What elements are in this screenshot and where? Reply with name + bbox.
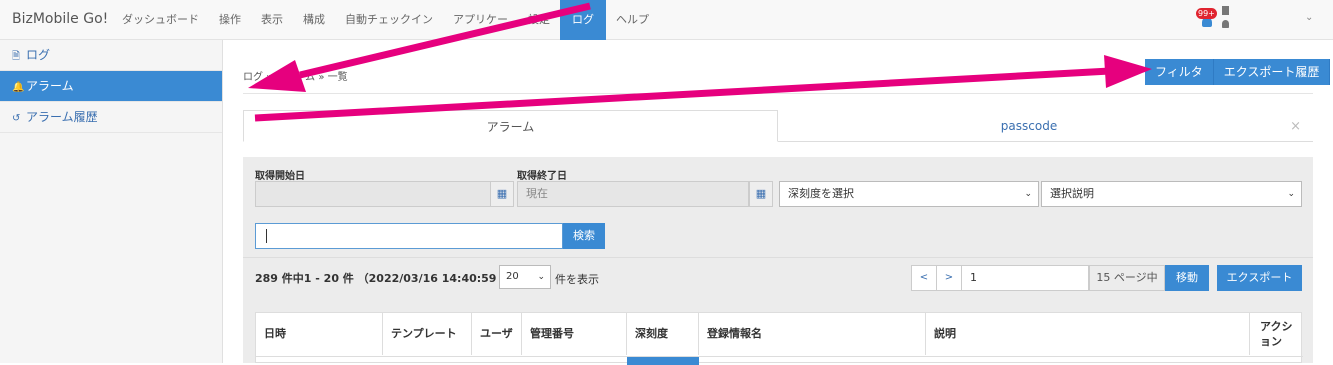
- nav-help[interactable]: ヘルプ: [606, 0, 659, 40]
- bell-icon: 🔔: [12, 82, 25, 93]
- col-header-management-no[interactable]: 管理番号: [522, 313, 627, 355]
- sidebar-item-label: アラーム: [26, 79, 74, 93]
- search-input[interactable]: [255, 223, 563, 249]
- description-select[interactable]: 選択説明 ⌄: [1041, 181, 1302, 207]
- search-button[interactable]: 検索: [563, 223, 605, 249]
- main-nav: ダッシュボード 操作 表示 構成 自動チェックイン アプリケー 設定 ログ ヘル…: [112, 0, 659, 40]
- calendar-icon[interactable]: ▦: [490, 181, 514, 207]
- history-icon: ↺: [12, 113, 21, 124]
- chevron-down-icon: ⌄: [1024, 189, 1032, 199]
- alarm-table: 日時 テンプレート ユーザ 管理番号 深刻度 登録情報名 説明 アクション: [255, 312, 1303, 365]
- col-header-action[interactable]: アクション: [1250, 313, 1303, 355]
- brand-logo[interactable]: BizMobile Go!: [12, 11, 108, 27]
- document-icon: 🗎: [12, 51, 21, 62]
- tab-alarm[interactable]: アラーム: [243, 110, 778, 142]
- nav-auto-checkin[interactable]: 自動チェックイン: [335, 0, 443, 40]
- result-count: 289 件中1 - 20 件 （2022/03/16 14:40:59 以前）: [255, 272, 534, 285]
- col-header-datetime[interactable]: 日時: [256, 313, 383, 355]
- divider: [243, 257, 1313, 258]
- per-page-select[interactable]: 20 ⌄: [499, 265, 551, 289]
- nav-config[interactable]: 構成: [293, 0, 335, 40]
- col-header-description[interactable]: 説明: [926, 313, 1250, 355]
- chevron-down-icon: ⌄: [1287, 189, 1295, 199]
- table-row: [256, 356, 1303, 357]
- col-header-user[interactable]: ユーザ: [472, 313, 522, 355]
- nav-operation[interactable]: 操作: [209, 0, 251, 40]
- export-button[interactable]: エクスポート: [1217, 265, 1302, 291]
- top-button-group: フィルタ エクスポート履歴: [1145, 59, 1331, 85]
- next-page-button[interactable]: >: [936, 265, 962, 291]
- filter-button[interactable]: フィルタ: [1145, 59, 1214, 85]
- top-navbar: BizMobile Go! ダッシュボード 操作 表示 構成 自動チェックイン …: [0, 0, 1333, 40]
- nav-settings[interactable]: 設定: [518, 0, 560, 40]
- sidebar-item-label: アラーム履歴: [26, 110, 98, 124]
- end-date-label: 取得終了日: [517, 171, 567, 182]
- col-header-template[interactable]: テンプレート: [383, 313, 472, 355]
- sidebar-item-label: ログ: [26, 48, 51, 62]
- chevron-down-icon[interactable]: ⌄: [1305, 12, 1313, 23]
- tab-bar: アラーム passcode ×: [243, 110, 1313, 142]
- nav-log[interactable]: ログ: [560, 0, 606, 40]
- breadcrumb: ログ » アラーム » 一覧: [243, 72, 348, 83]
- per-page-label: 件を表示: [555, 273, 599, 286]
- chevron-down-icon: ⌄: [537, 272, 545, 282]
- calendar-icon[interactable]: ▦: [749, 181, 773, 207]
- col-header-registration-name[interactable]: 登録情報名: [699, 313, 926, 355]
- user-icon[interactable]: [1221, 6, 1231, 32]
- notification-badge: 99+: [1196, 8, 1217, 19]
- sidebar-item-alarm[interactable]: 🔔 アラーム: [0, 71, 222, 102]
- sidebar-item-log[interactable]: 🗎 ログ: [0, 40, 222, 71]
- close-icon[interactable]: ×: [1290, 119, 1301, 134]
- nav-apps[interactable]: アプリケー: [443, 0, 518, 40]
- per-page-value: 20: [506, 271, 519, 282]
- prev-page-button[interactable]: <: [911, 265, 937, 291]
- col-header-severity[interactable]: 深刻度: [627, 313, 699, 355]
- sidebar-item-alarm-history[interactable]: ↺ アラーム履歴: [0, 102, 222, 133]
- start-date-input[interactable]: [255, 181, 491, 207]
- sidebar: 🗎 ログ 🔔 アラーム ↺ アラーム履歴: [0, 40, 223, 363]
- page-total: 15 ページ中: [1089, 265, 1165, 291]
- divider: [243, 93, 1313, 94]
- nav-view[interactable]: 表示: [251, 0, 293, 40]
- nav-dashboard[interactable]: ダッシュボード: [112, 0, 209, 40]
- start-date-label: 取得開始日: [255, 171, 305, 182]
- move-button[interactable]: 移動: [1165, 265, 1209, 291]
- notification-bell-icon[interactable]: 99+: [1196, 8, 1217, 30]
- end-date-input[interactable]: 現在: [517, 181, 749, 207]
- severity-select[interactable]: 深刻度を選択 ⌄: [779, 181, 1039, 207]
- severity-select-value: 深刻度を選択: [788, 187, 854, 200]
- page-number-input[interactable]: 1: [961, 265, 1089, 291]
- filter-panel: 取得開始日 取得終了日 ▦ 現在 ▦ 深刻度を選択 ⌄ 選択説明 ⌄ 検索 289 …: [243, 157, 1313, 365]
- description-select-value: 選択説明: [1050, 187, 1094, 200]
- export-history-button[interactable]: エクスポート履歴: [1213, 59, 1331, 85]
- tab-passcode[interactable]: passcode: [779, 110, 1279, 142]
- severity-cell: [627, 357, 699, 365]
